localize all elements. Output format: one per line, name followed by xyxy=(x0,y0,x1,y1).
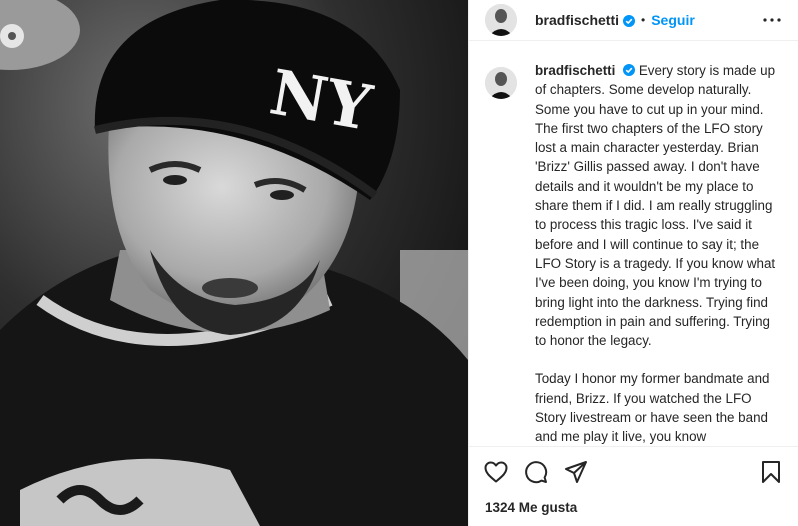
post-username[interactable]: bradfischetti xyxy=(535,12,619,28)
caption-avatar[interactable] xyxy=(485,67,517,99)
comment-icon[interactable] xyxy=(523,459,549,485)
caption-row: bradfischetti Every story is made up of … xyxy=(469,61,798,445)
action-bar xyxy=(469,446,798,497)
likes-count[interactable]: 1324 Me gusta xyxy=(485,500,577,515)
avatar[interactable] xyxy=(485,4,517,36)
verified-badge-icon xyxy=(623,62,636,76)
caption-avatar-image xyxy=(485,67,517,99)
avatar-image xyxy=(485,4,517,36)
heart-icon[interactable] xyxy=(483,459,509,485)
share-icon[interactable] xyxy=(563,459,589,485)
verified-badge-icon xyxy=(623,14,636,27)
separator-dot: • xyxy=(641,13,646,27)
caption-section: bradfischetti Every story is made up of … xyxy=(469,61,798,445)
post-photo[interactable]: NY xyxy=(0,0,468,526)
post-photo-image: NY xyxy=(0,0,468,526)
post-header: bradfischetti • Seguir xyxy=(469,0,798,41)
more-options-icon[interactable] xyxy=(760,8,784,32)
bookmark-icon[interactable] xyxy=(758,459,784,485)
caption-paragraph-1: Every story is made up of chapters. Some… xyxy=(535,63,776,349)
post-sidebar: bradfischetti • Seguir bradfischetti Eve… xyxy=(468,0,798,526)
follow-button[interactable]: Seguir xyxy=(651,12,695,28)
caption-username[interactable]: bradfischetti xyxy=(535,63,615,78)
caption-paragraph-2: Today I honor my former bandmate and fri… xyxy=(535,371,770,445)
caption-text: bradfischetti Every story is made up of … xyxy=(535,61,780,445)
